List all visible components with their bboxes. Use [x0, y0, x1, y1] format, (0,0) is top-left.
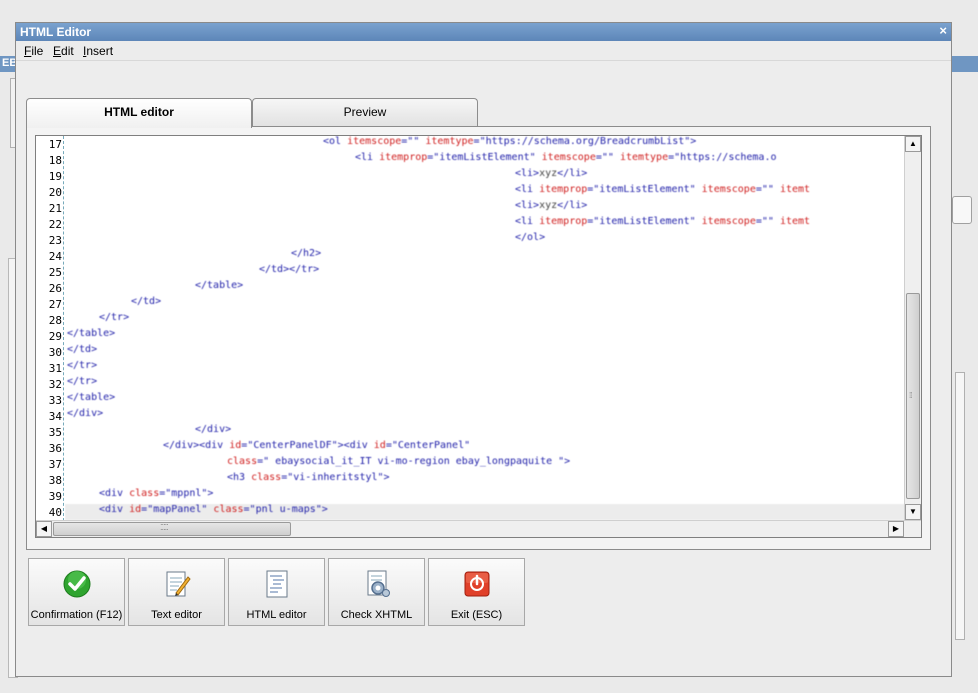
code-line: </table> — [67, 328, 116, 339]
line-number: 26 — [48, 282, 62, 295]
code-line: </table> — [67, 392, 116, 403]
line-number: 27 — [48, 298, 62, 311]
line-number: 36 — [48, 442, 62, 455]
code-line: </div><div id="CenterPanelDF"><div id="C… — [163, 440, 471, 451]
code-line: </table> — [195, 280, 244, 291]
horizontal-scroll-thumb[interactable] — [53, 522, 291, 536]
background-field — [952, 196, 972, 224]
exit-icon — [464, 571, 490, 597]
code-line: <ol itemscope="" itemtype="https://schem… — [323, 136, 697, 147]
text-editor-button[interactable]: Text editor — [128, 558, 225, 626]
background-panel — [955, 372, 965, 640]
check-icon — [63, 570, 91, 598]
code-line: </div> — [195, 424, 232, 435]
code-line: </tr> — [99, 312, 130, 323]
code-editor[interactable]: 17 18 19 20 21 22 23 24 25 26 27 28 29 30 31 32 33 34 35 36… — [35, 135, 922, 538]
code-line: </td> — [67, 344, 98, 355]
line-number: 39 — [48, 490, 62, 503]
line-number: 38 — [48, 474, 62, 487]
menu-bar: File Edit Insert — [16, 41, 951, 61]
menu-insert[interactable]: Insert — [83, 44, 113, 58]
code-line: </td></tr> — [259, 264, 320, 275]
vertical-scrollbar[interactable]: ▲ ⁞⁞ ▼ — [904, 136, 921, 521]
code-line-current: <div id="mapPanel" class="pnl u-maps"> — [65, 504, 905, 520]
line-number: 23 — [48, 234, 62, 247]
line-number: 35 — [48, 426, 62, 439]
code-line: <li itemprop="itemListElement" itemscope… — [515, 216, 811, 227]
scroll-right-icon[interactable]: ▶ — [888, 521, 904, 537]
code-line: <li>xyz</li> — [515, 168, 588, 179]
button-label: Exit (ESC) — [450, 609, 503, 621]
button-label: HTML editor — [246, 609, 307, 621]
line-number: 30 — [48, 346, 62, 359]
tab-html-editor[interactable]: HTML editor — [26, 98, 252, 128]
line-number: 22 — [48, 218, 62, 231]
line-number: 34 — [48, 410, 62, 423]
code-line: </tr> — [67, 376, 98, 387]
line-number: 28 — [48, 314, 62, 327]
button-label: Check XHTML — [340, 609, 413, 621]
line-number: 31 — [48, 362, 62, 375]
scroll-down-icon[interactable]: ▼ — [905, 504, 921, 520]
line-number: 17 — [48, 138, 62, 151]
html-editor-dialog: HTML Editor × File Edit Insert HTML edit… — [15, 22, 952, 677]
code-line: </h2> — [291, 248, 322, 259]
code-line: </tr> — [67, 360, 98, 371]
code-line: <li itemprop="itemListElement" itemscope… — [515, 184, 811, 195]
line-number: 33 — [48, 394, 62, 407]
code-line: </ol> — [515, 232, 546, 243]
button-label: Text editor — [151, 609, 202, 621]
line-number: 19 — [48, 170, 62, 183]
line-number: 18 — [48, 154, 62, 167]
code-line: <li>xyz</li> — [515, 200, 588, 211]
line-number: 37 — [48, 458, 62, 471]
tab-panel: 17 18 19 20 21 22 23 24 25 26 27 28 29 30 31 32 33 34 35 36… — [26, 126, 931, 550]
code-line: class=" ebaysocial_it_IT vi-mo-region eb… — [227, 456, 571, 467]
code-line: <li itemprop="itemListElement" itemscope… — [355, 152, 777, 163]
check-xhtml-icon — [367, 570, 390, 597]
tab-preview[interactable]: Preview — [252, 98, 478, 126]
confirmation-button[interactable]: Confirmation (F12) — [28, 558, 125, 626]
close-icon[interactable]: × — [939, 23, 947, 38]
line-number: 25 — [48, 266, 62, 279]
html-edit-icon — [266, 570, 288, 598]
exit-button[interactable]: Exit (ESC) — [428, 558, 525, 626]
horizontal-scrollbar[interactable]: ◀ ⁚⁚⁚⁚⁚ ▶ — [36, 520, 921, 537]
line-number: 20 — [48, 186, 62, 199]
scroll-left-icon[interactable]: ◀ — [36, 521, 52, 537]
code-line: </div> — [67, 408, 104, 419]
line-number: 29 — [48, 330, 62, 343]
line-number: 40 — [48, 506, 62, 519]
grip-icon: ⁚⁚⁚⁚⁚ — [160, 523, 169, 532]
line-number: 21 — [48, 202, 62, 215]
check-xhtml-button[interactable]: Check XHTML — [328, 558, 425, 626]
button-label: Confirmation (F12) — [30, 609, 123, 621]
code-line: </td> — [131, 296, 162, 307]
scroll-up-icon[interactable]: ▲ — [905, 136, 921, 152]
title-bar[interactable]: HTML Editor × — [16, 23, 951, 41]
window-title: HTML Editor — [20, 25, 92, 39]
line-number: 32 — [48, 378, 62, 391]
code-line: <h3 class="vi-inheritstyl"> — [227, 472, 390, 483]
code-line: <div class="mppnl"> — [99, 488, 214, 499]
grip-icon: ⁞⁞ — [909, 391, 913, 400]
line-number-gutter: 17 18 19 20 21 22 23 24 25 26 27 28 29 30 31 32 33 34 35 36… — [36, 136, 64, 521]
line-number: 24 — [48, 250, 62, 263]
menu-edit[interactable]: Edit — [53, 44, 74, 58]
text-edit-icon — [166, 571, 191, 597]
html-editor-button[interactable]: HTML editor — [228, 558, 325, 626]
menu-file[interactable]: File — [24, 44, 43, 58]
code-area[interactable]: <ol itemscope="" itemtype="https://schem… — [65, 136, 905, 521]
